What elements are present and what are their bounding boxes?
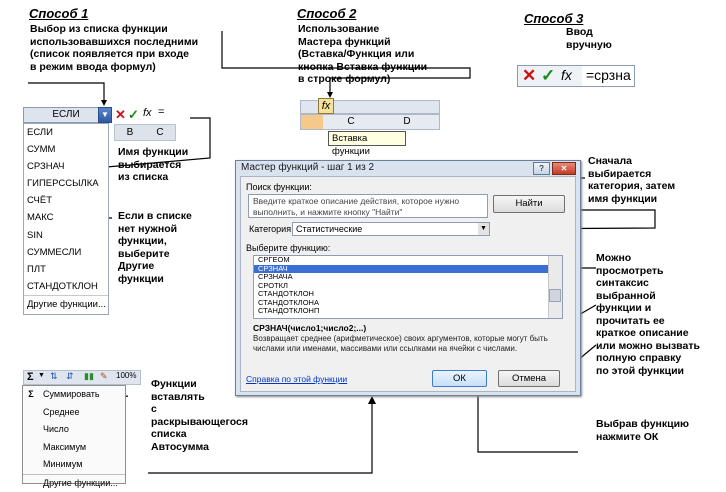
enter-icon[interactable]: ✓	[128, 107, 139, 123]
function-syntax: СРЗНАЧ(число1;число2;...)	[253, 323, 367, 333]
search-label: Поиск функции:	[246, 182, 312, 192]
list-item[interactable]: SIN	[24, 227, 108, 244]
help-button[interactable]: ?	[533, 162, 550, 175]
search-input[interactable]: Введите краткое описание действия, котор…	[248, 194, 488, 218]
category-select[interactable]: Статистические	[292, 222, 490, 236]
column-c-header[interactable]: C	[145, 125, 175, 140]
list-item[interactable]: СЧЁТ	[24, 192, 108, 209]
menu-item-count[interactable]: Число	[23, 421, 125, 439]
autosum-toolbar: Σ ▼ ⇅ ⇵ ▮▮ ✎ 100%	[23, 370, 141, 385]
column-d-header[interactable]: D	[379, 115, 435, 129]
list-item[interactable]: ПЛТ	[24, 261, 108, 278]
fn-name-note: Имя функции выбирается из списка	[118, 146, 189, 183]
enter-icon[interactable]: ✓	[541, 66, 555, 86]
syntax-help-note: Можно просмотреть синтаксис выбранной фу…	[596, 252, 700, 377]
drawing-icon[interactable]: ✎	[100, 371, 108, 382]
sort-ascending-icon[interactable]: ⇅	[50, 371, 58, 382]
zoom-level[interactable]: 100%	[116, 371, 136, 380]
column-headers-m2: CD	[300, 114, 440, 130]
select-function-label: Выберите функцию:	[246, 243, 331, 253]
chevron-down-icon[interactable]: ▼	[478, 223, 489, 235]
insert-function-tooltip: Вставка функции	[328, 131, 406, 157]
list-item[interactable]: СРЗНАЧ	[24, 158, 108, 175]
formula-input[interactable]: =срзна	[586, 67, 631, 83]
list-item[interactable]: СРЗНАЧА	[254, 272, 562, 282]
insert-function-icon[interactable]: fx	[561, 67, 572, 83]
ok-note: Выбрав функцию нажмите ОК	[596, 418, 690, 443]
list-item[interactable]: МАКС	[24, 209, 108, 226]
ok-button[interactable]: ОК	[432, 370, 487, 387]
method2-note: Использование Мастера функций (Вставка/Ф…	[298, 23, 428, 85]
function-name-dropdown[interactable]: ЕСЛИ	[23, 107, 109, 123]
method3-note: Ввод вручную	[566, 26, 612, 51]
find-button[interactable]: Найти	[493, 195, 565, 213]
menu-item-max[interactable]: Максимум	[23, 439, 125, 457]
cancel-button[interactable]: Отмена	[498, 370, 560, 387]
list-item[interactable]: СРГЕОМ	[254, 255, 562, 265]
dialog-title: Мастер функций - шаг 1 из 2	[241, 162, 375, 173]
menu-item-min[interactable]: Минимум	[23, 456, 125, 474]
list-item-selected[interactable]: СРЗНАЧ	[254, 264, 562, 273]
arrow-m1-dropdown	[28, 82, 105, 104]
list-scrollbar[interactable]	[548, 256, 562, 318]
insert-function-button[interactable]: fx	[318, 98, 334, 114]
chevron-down-icon[interactable]: ▼	[38, 372, 45, 379]
method1-caption: Способ 1	[29, 6, 89, 21]
other-functions-item[interactable]: Другие функции...	[24, 294, 108, 312]
list-item[interactable]: ЕСЛИ	[24, 124, 108, 141]
chart-icon[interactable]: ▮▮	[84, 371, 94, 382]
autosum-note: Функции вставлять с раскрывающегося спис…	[151, 378, 249, 453]
column-headers: BC	[114, 124, 176, 141]
cancel-icon[interactable]: ✕	[522, 66, 536, 86]
sigma-icon: Σ	[28, 389, 34, 399]
close-button[interactable]: ✕	[552, 162, 576, 175]
sigma-icon[interactable]: Σ	[27, 371, 34, 383]
list-item[interactable]: СТАНДОТКЛОНП	[254, 306, 562, 316]
cancel-icon[interactable]: ✕	[115, 107, 126, 123]
category-label: Категория:	[249, 224, 294, 234]
sort-descending-icon[interactable]: ⇵	[66, 371, 74, 382]
autosum-menu: Σ Суммировать Среднее Число Максимум Мини…	[22, 385, 126, 488]
scrollbar-thumb[interactable]	[549, 289, 561, 302]
insert-function-icon[interactable]: fx	[143, 107, 152, 119]
not-in-list-note: Если в списке нет нужной функции, выбери…	[118, 210, 192, 285]
method2-caption: Способ 2	[297, 6, 357, 21]
recent-functions-list: ЕСЛИ СУММ СРЗНАЧ ГИПЕРССЫЛКА СЧЁТ МАКС S…	[23, 123, 109, 315]
method1-note: Выбор из списка функции использовавшихся…	[30, 23, 199, 73]
selected-column-marker	[301, 115, 323, 129]
menu-item-sum[interactable]: Σ Суммировать	[23, 386, 125, 404]
dropdown-arrow-icon[interactable]: ▼	[98, 107, 112, 123]
column-c-header[interactable]: C	[323, 115, 379, 129]
list-item[interactable]: СУММЕСЛИ	[24, 244, 108, 261]
list-item[interactable]: СТАНДОТКЛОН	[24, 278, 108, 295]
function-help-link[interactable]: Справка по этой функции	[246, 374, 347, 384]
category-note: Сначала выбирается категория, затем имя …	[588, 155, 676, 205]
list-item[interactable]: ГИПЕРССЫЛКА	[24, 175, 108, 192]
list-item[interactable]: СУММ	[24, 141, 108, 158]
column-b-header[interactable]: B	[115, 125, 145, 140]
function-list: СРГЕОМ СРЗНАЧ СРЗНАЧА СРОТКЛ СТАНДОТКЛОН…	[253, 255, 563, 319]
menu-item-other-functions[interactable]: Другие функции...	[23, 473, 125, 492]
formula-equals: =	[158, 106, 165, 118]
menu-item-average[interactable]: Среднее	[23, 404, 125, 422]
method3-caption: Способ 3	[524, 11, 584, 26]
function-description: Возвращает среднее (арифметическое) свои…	[253, 334, 548, 353]
